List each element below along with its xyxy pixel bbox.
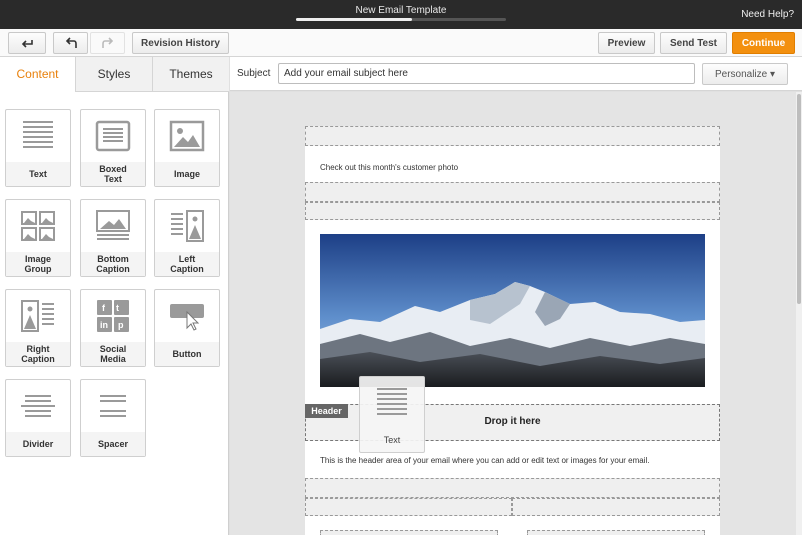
preview-button[interactable]: Preview [598,32,655,54]
window-title: New Email Template [355,5,447,16]
block-label: Bottom Caption [81,252,145,276]
email-canvas: Check out this month's customer photo Dr… [230,92,796,535]
dragging-text-block[interactable]: Text [359,376,425,453]
text-lines-icon [23,121,53,148]
block-image-group[interactable]: Image Group [5,199,71,277]
subject-input[interactable] [278,63,695,84]
undo-button[interactable] [53,32,88,54]
block-label: Spacer [81,432,145,456]
block-label: Text [6,162,70,186]
preheader-bottom-zone[interactable] [305,182,720,202]
spacer-icon [100,395,126,417]
block-button[interactable]: Button [154,289,220,367]
tab-themes[interactable]: Themes [152,57,229,92]
block-text[interactable]: Text [5,109,71,187]
left-caption-icon [171,210,204,242]
redo-button[interactable] [90,32,125,54]
button-cursor-icon [170,304,204,331]
block-right-caption[interactable]: Right Caption [5,289,71,367]
email-template: Check out this month's customer photo Dr… [305,126,720,535]
divider-icon [21,395,55,417]
block-label: Image Group [6,252,70,276]
window-titlebar: New Email Template Need Help? [0,0,802,29]
block-left-caption[interactable]: Left Caption [154,199,220,277]
preheader-text[interactable]: Check out this month's customer photo [320,163,458,172]
loading-progress-bar [296,18,506,21]
image-icon [169,120,205,152]
bottom-caption-icon [96,210,130,240]
svg-text:p: p [118,320,124,330]
block-boxed-text[interactable]: Boxed Text [80,109,146,187]
personalize-dropdown[interactable]: Personalize ▾ [702,63,788,85]
block-divider[interactable]: Divider [5,379,71,457]
block-label: Divider [6,432,70,456]
column-left-content[interactable] [320,530,498,535]
undo-icon [65,37,77,48]
svg-text:in: in [100,320,108,330]
column-right-content[interactable] [527,530,705,535]
header-top-zone[interactable] [305,202,720,220]
dragging-block-label: Text [383,435,401,445]
block-label: Social Media [81,342,145,366]
subject-label: Subject [237,68,271,79]
text-lines-icon [377,388,407,415]
block-social-media[interactable]: f t in p Social Media [80,289,146,367]
block-label: Image [155,162,219,186]
back-arrow-icon [21,40,33,48]
header-section-tag: Header [305,404,348,418]
block-spacer[interactable]: Spacer [80,379,146,457]
column-right-zone[interactable] [512,498,720,516]
header-body-text[interactable]: This is the header area of your email wh… [320,456,650,465]
svg-text:t: t [116,303,119,313]
send-test-button[interactable]: Send Test [660,32,727,54]
block-label: Left Caption [155,252,219,276]
canvas-scrollbar[interactable] [796,92,802,535]
right-caption-icon [21,300,54,332]
tab-styles[interactable]: Styles [75,57,152,92]
column-left-zone[interactable] [305,498,512,516]
scrollbar-thumb[interactable] [797,94,801,304]
image-group-icon [21,211,55,241]
back-button[interactable] [8,32,46,54]
editor-toolbar: Revision History Preview Send Test Conti… [0,29,802,57]
block-bottom-caption[interactable]: Bottom Caption [80,199,146,277]
body-top-zone[interactable] [305,478,720,498]
loading-progress-fill [296,18,412,21]
header-image[interactable] [320,234,705,387]
panel-tabs: Content Styles Themes [0,57,229,92]
social-media-icon: f tin p [97,300,129,332]
continue-button[interactable]: Continue [732,32,795,54]
redo-icon [101,37,113,48]
need-help-link[interactable]: Need Help? [741,9,794,20]
revision-history-button[interactable]: Revision History [132,32,229,54]
mountain-photo [320,234,705,387]
block-image[interactable]: Image [154,109,220,187]
subject-bar: Subject Personalize ▾ [230,57,802,91]
preheader-top-zone[interactable] [305,126,720,146]
content-blocks-panel: Content Styles Themes Text Boxed Text Im… [0,57,229,535]
block-label: Right Caption [6,342,70,366]
block-label: Button [155,342,219,366]
tab-content[interactable]: Content [0,57,75,92]
boxed-text-icon [95,120,131,152]
block-label: Boxed Text [81,162,145,186]
